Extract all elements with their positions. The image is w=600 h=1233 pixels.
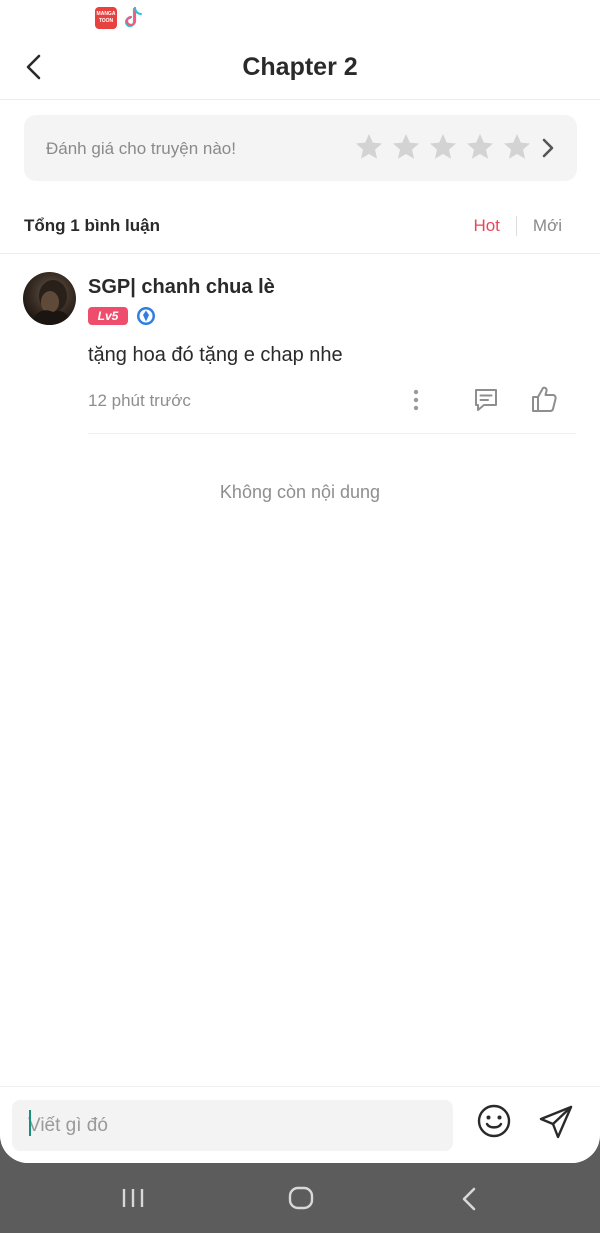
smiley-icon[interactable] <box>476 1103 512 1139</box>
star-icon[interactable] <box>354 132 384 162</box>
text-caret <box>29 1110 31 1136</box>
badge-icon <box>137 307 155 325</box>
avatar-image <box>31 280 73 325</box>
reply-icon[interactable] <box>472 385 500 413</box>
comment-time: 12 phút trước <box>88 391 191 410</box>
empty-message: Không còn nội dung <box>219 482 381 502</box>
recents-icon[interactable] <box>120 1185 146 1211</box>
tab-hot[interactable]: Hot <box>473 216 499 236</box>
mangatoon-icon-label: MANGA TOON <box>96 11 116 24</box>
rating-stars[interactable] <box>354 132 532 162</box>
tab-new[interactable]: Mới <box>533 216 562 236</box>
home-icon[interactable] <box>287 1185 315 1211</box>
header: Chapter 2 <box>0 36 600 100</box>
total-comments: Tổng 1 bình luận <box>24 216 160 235</box>
comment-username[interactable]: SGP| chanh chua lè <box>88 276 275 299</box>
comment-text: tặng hoa đó tặng e chap nhe <box>88 344 343 366</box>
status-bar: MANGA TOON <box>0 0 600 36</box>
rating-prompt-text: Đánh giá cho truyện nào! <box>46 139 236 158</box>
tiktok-icon <box>124 6 142 28</box>
app-screen: MANGA TOON Chapter 2 Đánh giá cho truyện… <box>0 0 600 1163</box>
star-icon[interactable] <box>428 132 458 162</box>
star-icon[interactable] <box>465 132 495 162</box>
page-title: Chapter 2 <box>242 53 358 81</box>
rating-prompt-box[interactable]: Đánh giá cho truyện nào! <box>24 115 577 181</box>
like-icon[interactable] <box>530 384 558 414</box>
comment-divider <box>88 433 576 434</box>
send-icon[interactable] <box>537 1103 575 1141</box>
star-icon[interactable] <box>502 132 532 162</box>
comments-header: Tổng 1 bình luận Hot Mới <box>0 200 600 254</box>
level-badge: Lv5 <box>88 307 128 325</box>
comment-input[interactable] <box>12 1100 453 1151</box>
sort-tabs: Hot Mới <box>473 216 562 236</box>
comment-item: SGP| chanh chua lè Lv5 tặng hoa đó tặng … <box>0 268 600 434</box>
tab-divider <box>515 216 517 236</box>
avatar[interactable] <box>23 272 76 325</box>
more-icon[interactable] <box>404 386 428 414</box>
star-icon[interactable] <box>391 132 421 162</box>
system-nav-bar <box>0 1163 600 1233</box>
mangatoon-icon: MANGA TOON <box>95 7 117 29</box>
chevron-right-icon <box>542 138 554 158</box>
back-icon[interactable] <box>458 1185 480 1213</box>
